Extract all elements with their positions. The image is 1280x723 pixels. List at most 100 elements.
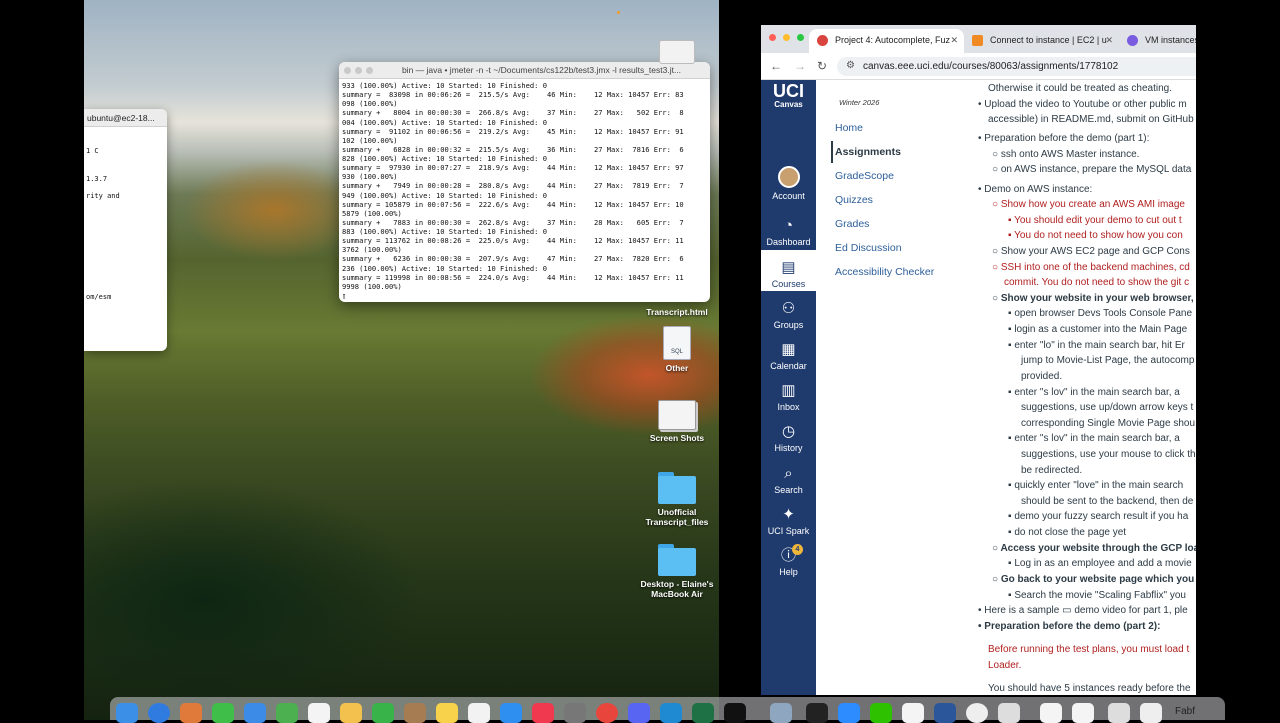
- intellij-icon[interactable]: [724, 703, 746, 723]
- desktop-item-desktop-folder[interactable]: Desktop - Elaine's MacBook Air: [632, 544, 722, 599]
- ubuntu-terminal-title: ubuntu@ec2-18...: [84, 109, 167, 127]
- zoom-icon[interactable]: [838, 703, 860, 723]
- notes-icon[interactable]: [436, 703, 458, 723]
- bullet-line: ▪ login as a customer into the Main Page: [1008, 324, 1188, 335]
- messages-icon[interactable]: [212, 703, 234, 723]
- document-icon[interactable]: [1140, 703, 1162, 723]
- forward-arrow-icon[interactable]: →: [794, 59, 806, 73]
- course-nav-gradescope[interactable]: GradeScope: [835, 170, 894, 182]
- url-field[interactable]: ⚙ canvas.eee.uci.edu/courses/80063/assig…: [837, 57, 1196, 76]
- global-nav-groups[interactable]: ⚇ Groups: [761, 300, 816, 330]
- notification-badge: 4: [792, 544, 803, 555]
- close-button[interactable]: [344, 67, 351, 74]
- tab-canvas-project[interactable]: Project 4: Autocomplete, Fuz ✕: [809, 29, 964, 53]
- app-icon[interactable]: [966, 703, 988, 723]
- clock-icon: ◷: [781, 423, 796, 440]
- pen-icon[interactable]: [998, 703, 1020, 723]
- tab-vm-instances[interactable]: VM instances –: [1119, 29, 1196, 53]
- printer-icon[interactable]: [659, 40, 695, 64]
- terminal-titlebar[interactable]: bin — java • jmeter -n -t ~/Documents/cs…: [339, 62, 710, 79]
- content-line: Loader.: [988, 660, 1022, 671]
- uci-canvas-logo[interactable]: UCI Canvas: [761, 82, 816, 110]
- content-line: provided.: [1021, 371, 1063, 382]
- course-nav-grades[interactable]: Grades: [835, 218, 869, 230]
- close-tab-icon[interactable]: ✕: [950, 35, 958, 46]
- music-icon[interactable]: [532, 703, 554, 723]
- safari-icon[interactable]: [148, 703, 170, 723]
- document-icon[interactable]: [1108, 703, 1130, 723]
- content-line: jump to Movie-List Page, the autocomp: [1021, 355, 1195, 366]
- system-settings-icon[interactable]: [564, 703, 586, 723]
- content-line: corresponding Single Movie Page shou: [1021, 418, 1195, 429]
- bullet-line: ▪ quickly enter "love" in the main searc…: [1008, 480, 1184, 491]
- course-nav-assignments[interactable]: Assignments: [835, 146, 901, 158]
- photos-icon[interactable]: [340, 703, 362, 723]
- document-icon[interactable]: [1072, 703, 1094, 723]
- excel-icon[interactable]: [692, 703, 714, 723]
- slack-icon[interactable]: [902, 703, 924, 723]
- minimize-button[interactable]: [355, 67, 362, 74]
- terminal-line: 1 C: [86, 147, 99, 155]
- zoom-button[interactable]: [797, 34, 804, 41]
- terminal-output[interactable]: 933 (100.00%) Active: 10 Started: 10 Fin…: [339, 79, 710, 302]
- close-tab-icon[interactable]: ✕: [1105, 35, 1113, 46]
- global-nav-calendar[interactable]: ▦ Calendar: [761, 341, 816, 371]
- app-store-icon[interactable]: [500, 703, 522, 723]
- terminal-icon[interactable]: [806, 703, 828, 723]
- global-nav-uci-spark[interactable]: ✦ UCI Spark: [761, 506, 816, 536]
- contacts-icon[interactable]: [404, 703, 426, 723]
- course-nav-accessibility[interactable]: Accessibility Checker: [835, 266, 934, 278]
- desktop-item-other[interactable]: SQL Other: [632, 326, 722, 373]
- terminal-line: 004 (100.00%) Active: 10 Started: 10 Fin…: [342, 117, 547, 127]
- stack-icon[interactable]: [1040, 703, 1062, 723]
- tab-ec2[interactable]: Connect to instance | EC2 | u ✕: [964, 29, 1119, 53]
- bullet-line: ○ Show your website in your web browser,…: [992, 293, 1196, 304]
- minimize-button[interactable]: [783, 34, 790, 41]
- global-nav-help[interactable]: ⓘ Help 4: [761, 544, 816, 577]
- site-settings-icon[interactable]: ⚙: [846, 60, 855, 71]
- global-nav-history[interactable]: ◷ History: [761, 423, 816, 453]
- global-nav-account[interactable]: Account: [761, 166, 816, 201]
- dashboard-icon: ◔: [783, 217, 794, 234]
- terminal-line: 3762 (100.00%): [342, 245, 402, 255]
- content-line: suggestions, use up/down arrow keys t: [1021, 402, 1194, 413]
- course-nav-ed-discussion[interactable]: Ed Discussion: [835, 242, 902, 254]
- desktop-item-label: Unofficial Transcript_files: [645, 507, 709, 527]
- mail-icon[interactable]: [244, 703, 266, 723]
- maps-icon[interactable]: [276, 703, 298, 723]
- bullet-line[interactable]: • Here is a sample ▭ demo video for part…: [978, 603, 1188, 619]
- reload-icon[interactable]: ↻: [817, 59, 827, 73]
- global-nav-inbox[interactable]: ▥ Inbox: [761, 382, 816, 412]
- facetime-icon[interactable]: [372, 703, 394, 723]
- bullet-line: ▪ demo your fuzzy search result if you h…: [1008, 511, 1189, 522]
- global-nav-dashboard[interactable]: ◔ Dashboard: [761, 217, 816, 247]
- browser-window[interactable]: Project 4: Autocomplete, Fuz ✕ Connect t…: [761, 25, 1196, 695]
- desktop-item-transcript-html[interactable]: Transcript.html: [632, 304, 722, 317]
- jmeter-terminal-window[interactable]: bin — java • jmeter -n -t ~/Documents/cs…: [339, 62, 710, 302]
- word-icon[interactable]: [934, 703, 956, 723]
- desktop-item-screen-shots[interactable]: Screen Shots: [632, 400, 722, 443]
- finder-icon[interactable]: [116, 703, 138, 723]
- course-nav-home[interactable]: Home: [835, 122, 863, 134]
- zoom-button[interactable]: [366, 67, 373, 74]
- ubuntu-terminal-window[interactable]: ubuntu@ec2-18... 1 C 1.3.7 rity and om/e…: [84, 109, 167, 351]
- calendar-app-icon[interactable]: [308, 703, 330, 723]
- bullet-line: ○ Show how you create an AWS AMI image: [992, 199, 1185, 210]
- back-arrow-icon[interactable]: ←: [770, 59, 782, 73]
- launchpad-icon[interactable]: [180, 703, 202, 723]
- wechat-icon[interactable]: [870, 703, 892, 723]
- global-nav-search[interactable]: ⌕ Search: [761, 465, 816, 495]
- discord-icon[interactable]: [628, 703, 650, 723]
- reminders-icon[interactable]: [468, 703, 490, 723]
- chrome-icon[interactable]: [596, 703, 618, 723]
- global-nav-courses[interactable]: ▤ Courses: [761, 250, 816, 291]
- bullet-line: ○ Show your AWS EC2 page and GCP Cons: [992, 246, 1190, 257]
- mysql-workbench-icon[interactable]: [770, 703, 792, 723]
- bullet-line: ○ ssh onto AWS Master instance.: [992, 149, 1140, 160]
- bullet-line: ▪ Log in as an employee and add a movie: [1008, 558, 1192, 569]
- desktop-item-unofficial-transcript-files[interactable]: Unofficial Transcript_files: [632, 472, 722, 527]
- close-button[interactable]: [769, 34, 776, 41]
- terminal-line: 949 (100.00%) Active: 10 Started: 10 Fin…: [342, 190, 547, 200]
- vscode-icon[interactable]: [660, 703, 682, 723]
- course-nav-quizzes[interactable]: Quizzes: [835, 194, 873, 206]
